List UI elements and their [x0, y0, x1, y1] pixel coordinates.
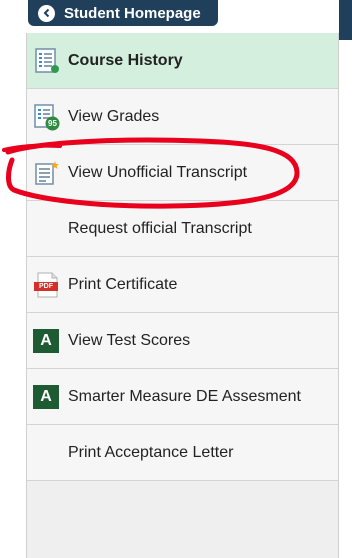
menu-item-label: View Test Scores	[68, 331, 191, 349]
menu-item-request-official-transcript[interactable]: Request official Transcript	[27, 201, 338, 257]
chevron-left-icon	[38, 4, 55, 22]
menu-item-label: Print Certificate	[68, 275, 178, 293]
menu-item-view-unofficial-transcript[interactable]: View Unofficial Transcript	[27, 145, 338, 201]
back-button-label: Student Homepage	[64, 4, 201, 22]
menu-item-view-test-scores[interactable]: A View Test Scores	[27, 313, 338, 369]
back-to-student-homepage-button[interactable]: Student Homepage	[28, 0, 218, 26]
menu-item-label: Print Acceptance Letter	[68, 443, 234, 461]
menu-item-label: View Grades	[68, 107, 160, 125]
smarter-measure-icon: A	[33, 383, 61, 411]
pdf-icon: PDF	[33, 271, 61, 299]
menu-item-label: View Unofficial Transcript	[68, 163, 248, 181]
top-bar: Student Homepage	[0, 0, 352, 40]
grades-badge: 95	[48, 118, 57, 128]
grades-icon: 95	[33, 103, 61, 131]
navigation-menu: Course History 95 View Grades View Unoff…	[26, 33, 339, 558]
new-document-icon	[33, 159, 61, 187]
menu-item-smarter-measure[interactable]: A Smarter Measure DE Assesment	[27, 369, 338, 425]
a-letter-icon: A	[33, 384, 59, 409]
menu-item-label: Request official Transcript	[68, 219, 252, 237]
pdf-badge: PDF	[39, 282, 53, 290]
collapse-handle	[339, 0, 352, 40]
menu-item-print-certificate[interactable]: PDF Print Certificate	[27, 257, 338, 313]
a-letter-icon: A	[33, 328, 59, 353]
menu-item-course-history[interactable]: Course History	[27, 33, 338, 89]
menu-item-label: Course History	[68, 51, 183, 69]
menu-item-label: Smarter Measure DE Assesment	[68, 387, 301, 405]
menu-item-view-grades[interactable]: 95 View Grades	[27, 89, 338, 145]
course-history-icon	[33, 47, 61, 75]
test-scores-icon: A	[33, 327, 61, 355]
menu-item-print-acceptance-letter[interactable]: Print Acceptance Letter	[27, 425, 338, 481]
